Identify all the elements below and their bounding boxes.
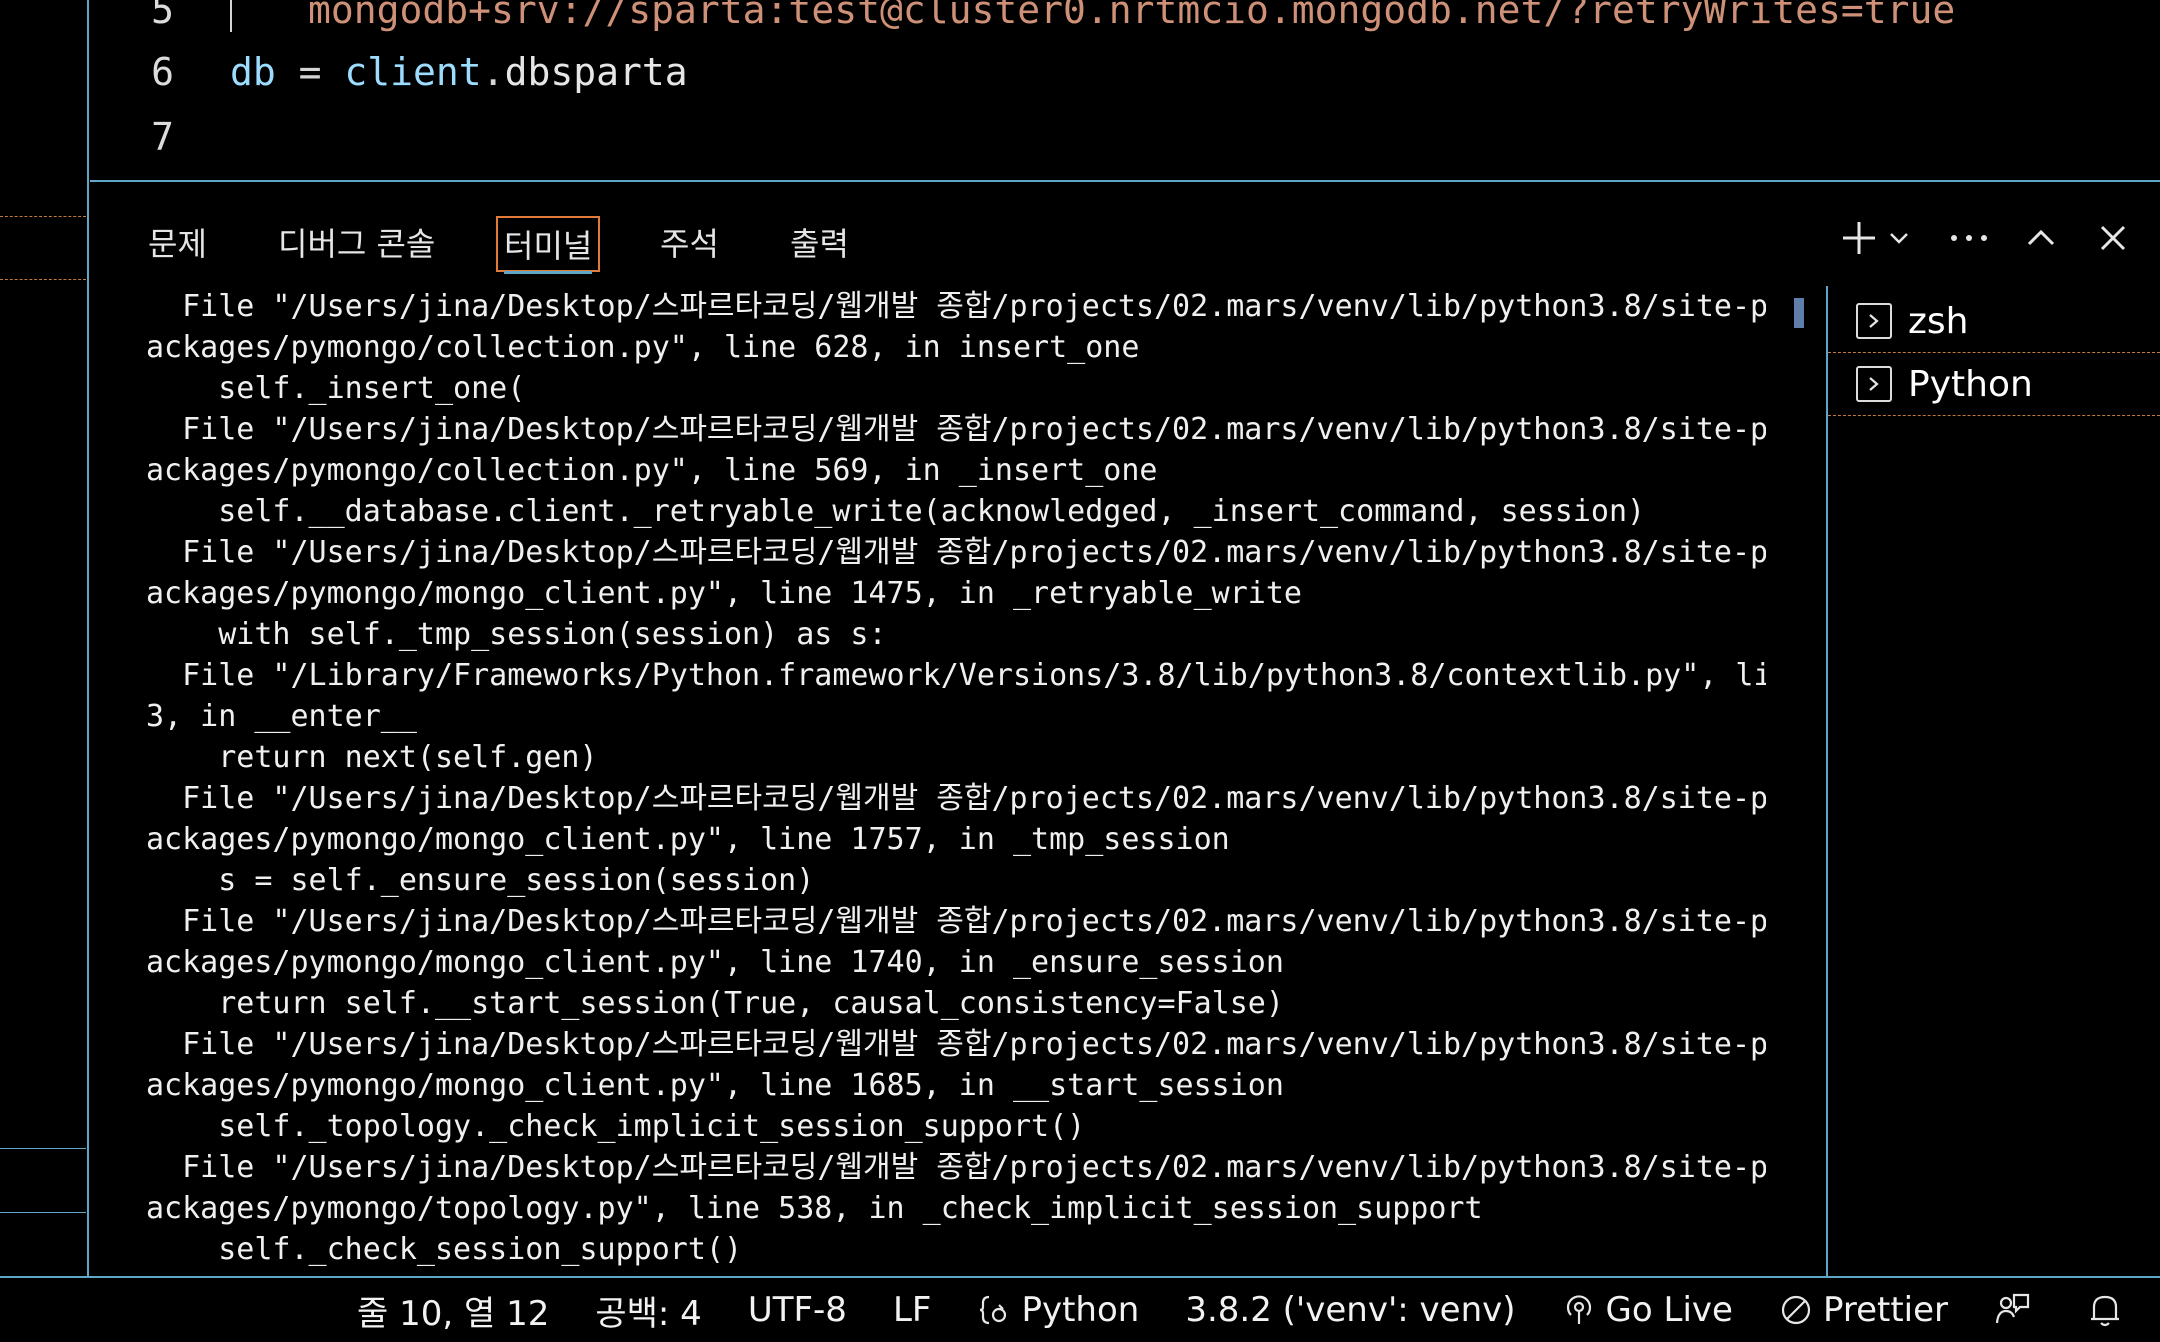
terminal-scrollbar[interactable] [1794, 298, 1804, 328]
line-number: 6 [151, 50, 174, 94]
terminal-line: File "/Users/jina/Desktop/스파르타코딩/웹개발 종합/… [146, 412, 1766, 447]
prettier-button[interactable]: Prettier [1779, 1290, 1948, 1330]
terminal-session-label: Python [1908, 363, 2033, 405]
tab-comments[interactable]: 주석 [654, 216, 725, 272]
terminal-line: s = self._ensure_session(session) [146, 863, 815, 898]
chevron-down-icon[interactable] [1884, 213, 1914, 263]
code-text: mongodb+srv://sparta:test@cluster0.nrtmc… [308, 0, 1956, 32]
terminal-line: ackages/pymongo/mongo_client.py", line 1… [146, 576, 1302, 611]
terminal-session-label: zsh [1908, 300, 1969, 342]
sidebar-divider [0, 1148, 86, 1149]
indent-guide [230, 0, 232, 32]
terminal-line: return next(self.gen) [146, 740, 598, 775]
indentation[interactable]: 공백: 4 [595, 1286, 701, 1335]
code-token-object: client [344, 50, 482, 94]
terminal-line: ackages/pymongo/collection.py", line 569… [146, 453, 1158, 488]
terminal-output[interactable]: File "/Users/jina/Desktop/스파르타코딩/웹개발 종합/… [146, 286, 1766, 1276]
terminal-session-zsh[interactable]: zsh [1828, 290, 2160, 352]
line-number: 5 [151, 0, 174, 32]
go-live-label: Go Live [1605, 1290, 1733, 1330]
prettier-label: Prettier [1822, 1290, 1948, 1330]
prohibited-icon [1781, 1295, 1811, 1325]
bell-icon[interactable] [2088, 1291, 2132, 1329]
terminal-line: File "/Users/jina/Desktop/스파르타코딩/웹개발 종합/… [146, 904, 1766, 939]
terminal-line: File "/Users/jina/Desktop/스파르타코딩/웹개발 종합/… [146, 781, 1766, 816]
bottom-panel: 문제 디버그 콘솔 터미널 주석 출력 File "/Users/jina/De… [90, 180, 2160, 1276]
sidebar-divider [0, 1212, 86, 1213]
code-token-variable: db [230, 50, 276, 94]
tab-problems[interactable]: 문제 [142, 216, 213, 272]
panel-actions [1834, 208, 2160, 268]
go-live-button[interactable]: Go Live [1562, 1290, 1733, 1330]
status-bar: 줄 10, 열 12 공백: 4 UTF-8 LF Python 3.8.2 (… [0, 1276, 2160, 1342]
code-text: db = client.dbsparta [230, 50, 688, 94]
chevron-up-icon[interactable] [2016, 213, 2066, 263]
code-line[interactable]: 7 [90, 105, 230, 169]
terminal-line: File "/Users/jina/Desktop/스파르타코딩/웹개발 종합/… [146, 289, 1766, 324]
braces-icon [980, 1295, 1007, 1325]
terminal-line: self._topology._check_implicit_session_s… [146, 1109, 1086, 1144]
code-line[interactable]: 5 mongodb+srv://sparta:test@cluster0.nrt… [90, 0, 1955, 42]
terminal-icon [1856, 366, 1892, 402]
terminal-line: self._check_session_support() [146, 1232, 743, 1267]
terminal-line: File "/Users/jina/Desktop/스파르타코딩/웹개발 종합/… [146, 1150, 1766, 1185]
cursor-position[interactable]: 줄 10, 열 12 [357, 1286, 549, 1335]
terminal-line: File "/Library/Frameworks/Python.framewo… [146, 658, 1766, 693]
terminal-line: File "/Users/jina/Desktop/스파르타코딩/웹개발 종합/… [146, 1027, 1766, 1062]
terminal-line: return self.__start_session(True, causal… [146, 986, 1284, 1021]
more-icon[interactable] [1944, 213, 1994, 263]
code-token-property: dbsparta [504, 50, 688, 94]
tab-debug-console[interactable]: 디버그 콘솔 [272, 216, 441, 272]
tab-terminal[interactable]: 터미널 [496, 216, 601, 274]
terminal-line: ackages/pymongo/collection.py", line 628… [146, 330, 1140, 365]
panel-tabs: 문제 디버그 콘솔 터미널 주석 출력 [90, 182, 2160, 282]
code-editor[interactable]: 5 mongodb+srv://sparta:test@cluster0.nrt… [90, 0, 2160, 180]
language-mode[interactable]: Python [977, 1290, 1139, 1330]
terminal-line: 3, in __enter__ [146, 699, 417, 734]
plus-icon[interactable] [1834, 213, 1884, 263]
terminal-session-python[interactable]: Python [1828, 352, 2160, 416]
terminal-session-list: zsh Python [1826, 286, 2160, 1276]
left-sidebar [0, 0, 89, 1342]
tab-output[interactable]: 출력 [784, 216, 855, 272]
encoding[interactable]: UTF-8 [748, 1290, 847, 1330]
line-number: 7 [151, 115, 174, 159]
terminal-line: self.__database.client._retryable_write(… [146, 494, 1646, 529]
terminal-line: File "/Users/jina/Desktop/스파르타코딩/웹개발 종합/… [146, 535, 1766, 570]
language-label: Python [1021, 1290, 1140, 1330]
terminal-line: with self._tmp_session(session) as s: [146, 617, 887, 652]
terminal-line: self._insert_one( [146, 371, 526, 406]
end-of-line[interactable]: LF [893, 1290, 932, 1330]
code-token-dot: . [481, 50, 505, 94]
code-line[interactable]: 6 db = client.dbsparta [90, 40, 688, 104]
sidebar-selected-item[interactable] [0, 216, 86, 280]
broadcast-icon [1566, 1295, 1591, 1324]
terminal-line: ackages/pymongo/mongo_client.py", line 1… [146, 1068, 1284, 1103]
terminal-icon [1856, 303, 1892, 339]
close-icon[interactable] [2088, 213, 2138, 263]
terminal-line: ackages/pymongo/mongo_client.py", line 1… [146, 945, 1284, 980]
terminal-line: ackages/pymongo/topology.py", line 538, … [146, 1191, 1483, 1226]
python-interpreter[interactable]: 3.8.2 ('venv': venv) [1185, 1290, 1515, 1330]
feedback-icon[interactable] [1994, 1291, 2042, 1329]
code-token-operator: = [275, 50, 345, 94]
terminal-line: ackages/pymongo/mongo_client.py", line 1… [146, 822, 1230, 857]
